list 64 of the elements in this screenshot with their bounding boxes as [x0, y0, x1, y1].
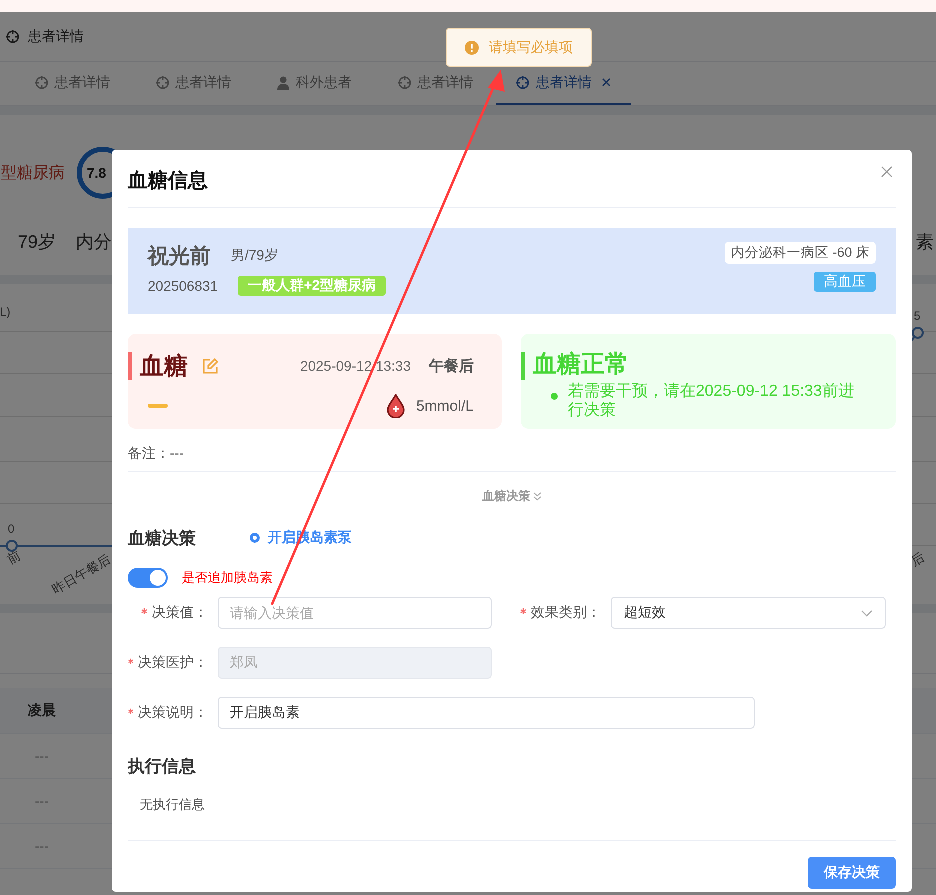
crosshair-icon	[6, 30, 20, 44]
axis-label: 昨日午餐后	[50, 552, 114, 598]
blood-drop-icon	[386, 394, 406, 418]
field-label: 决策医护：	[138, 654, 208, 672]
crosshair-icon	[516, 76, 530, 90]
input-field[interactable]: 请输入决策值	[218, 597, 492, 629]
field-label: 效果类别：	[531, 604, 601, 622]
table-cell-text: ---	[34, 748, 50, 764]
department-text: 内分	[76, 231, 112, 254]
axis-label: 后	[908, 550, 928, 570]
glucose-value: 5mmol/L	[416, 398, 474, 414]
data-label: 5	[914, 309, 921, 323]
section-toggle[interactable]: 血糖决策	[482, 488, 542, 504]
section-title: 血糖决策	[128, 528, 197, 550]
person-icon	[277, 76, 290, 90]
tab[interactable]: 科外患者	[254, 62, 375, 105]
info-text: 素	[916, 231, 934, 254]
select-field[interactable]: 超短效	[611, 597, 886, 629]
axis-label: 前	[4, 548, 24, 568]
table-cell-text: ---	[34, 838, 50, 854]
section-title: 执行信息	[128, 756, 197, 778]
crosshair-icon	[398, 76, 412, 90]
toast-message: 请填写必填项	[489, 38, 573, 56]
double-chevron-icon	[532, 492, 542, 500]
crosshair-icon	[156, 76, 170, 90]
condition-tag: 高血压	[814, 272, 876, 292]
close-icon	[881, 166, 893, 178]
chevron-down-icon	[861, 610, 873, 616]
group-tag: 一般人群+2型糖尿病	[238, 276, 386, 296]
tab[interactable]: 患者详情	[133, 62, 254, 105]
input-field[interactable]: 开启胰岛素	[218, 697, 755, 729]
data-label: 0	[8, 522, 15, 536]
axis-unit: L)	[0, 305, 11, 319]
empty-text: 无执行信息	[139, 796, 206, 814]
tab[interactable]: 患者详情	[375, 62, 496, 105]
sex-age-text: 男/79岁	[231, 247, 278, 265]
toggle-switch[interactable]	[128, 568, 168, 588]
edit-button[interactable]	[202, 358, 219, 374]
toggle-label: 是否追加胰岛素	[182, 569, 273, 587]
status-title: 血糖正常	[533, 350, 630, 380]
field-label: 决策说明：	[138, 704, 208, 722]
advice-text: 若需要干预，请在2025-09-12 15:33前进行决策	[568, 382, 856, 420]
bullet-dot	[551, 393, 558, 400]
save-button[interactable]: 保存决策	[808, 857, 896, 889]
note-text: 备注：---	[128, 444, 185, 463]
ward-tag: 内分泌科一病区 -60 床	[724, 242, 876, 264]
column-header: 凌晨	[27, 702, 57, 720]
field-label: 决策值：	[152, 604, 208, 622]
reading-title: 血糖	[140, 352, 188, 382]
close-button[interactable]	[880, 166, 894, 180]
tab[interactable]: 患者详情	[12, 62, 133, 105]
edit-icon	[202, 358, 219, 374]
reading-time: 2025-09-12 13:33	[300, 358, 411, 374]
diagnosis-text: 型糖尿病	[1, 164, 65, 184]
patient-id: 202506831	[148, 278, 218, 294]
crosshair-icon	[34, 76, 48, 90]
meal-text: 午餐后	[429, 356, 474, 376]
warning-icon	[465, 40, 479, 54]
age-text: 79岁	[18, 231, 56, 254]
patient-name: 祝光前	[148, 244, 211, 270]
table-cell-text: ---	[34, 793, 50, 809]
page-title: 患者详情	[28, 28, 84, 46]
dialog-title: 血糖信息	[128, 168, 208, 194]
dash-mark	[148, 404, 168, 408]
